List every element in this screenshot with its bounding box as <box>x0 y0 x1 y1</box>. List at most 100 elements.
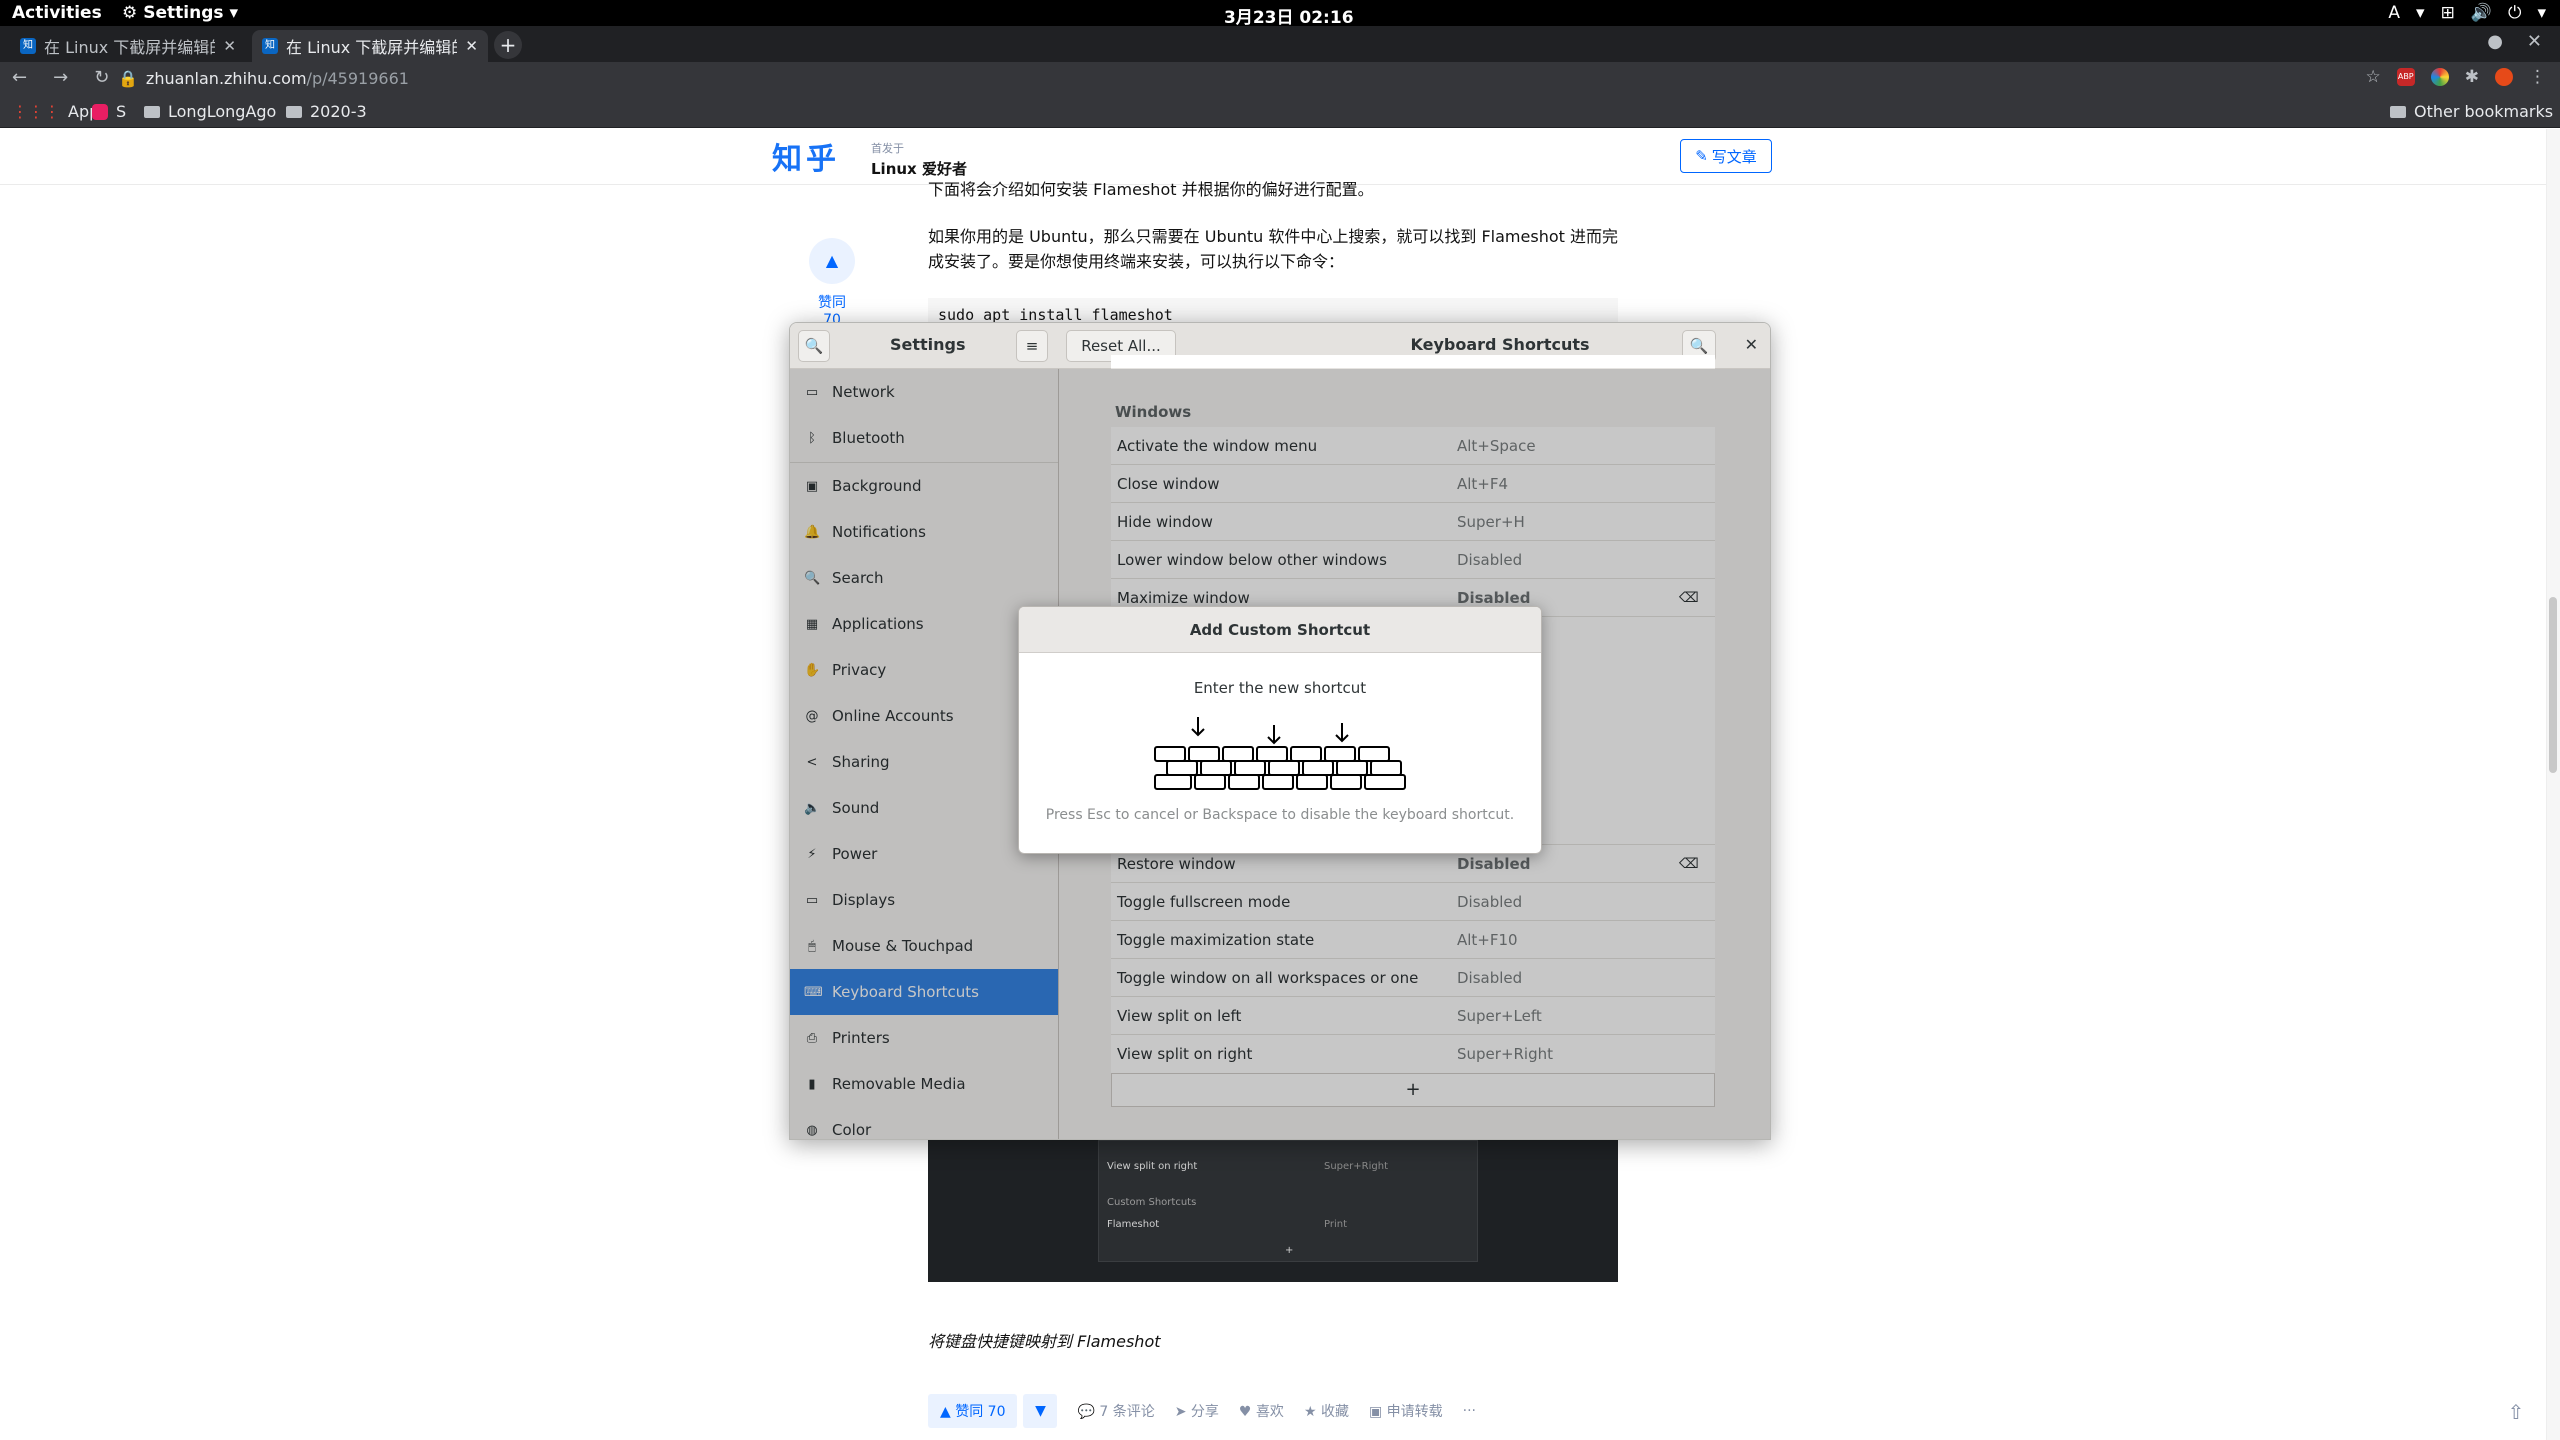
window-controls: ● ✕ <box>2487 31 2542 52</box>
zhihu-logo[interactable]: 知乎 <box>772 134 840 178</box>
adblock-extension-icon[interactable]: ABP <box>2396 68 2415 86</box>
sidebar-search-button[interactable]: 🔍 <box>798 330 830 362</box>
new-tab-button[interactable]: + <box>494 31 522 59</box>
more-button[interactable]: ··· <box>1463 1403 1476 1419</box>
upvote-button[interactable]: ▲ 赞同 70 <box>928 1394 1018 1428</box>
star-icon[interactable]: ☆ <box>2366 67 2381 87</box>
lock-icon: 🔒 <box>118 69 138 88</box>
back-icon[interactable]: ← <box>12 67 27 88</box>
comments-button[interactable]: 💬 7 条评论 <box>1077 1401 1154 1421</box>
screenshot-panel: View split on right Super+Right Custom S… <box>1098 1140 1478 1262</box>
column-name[interactable]: Linux 爱好者 <box>871 158 967 179</box>
bookmark-label: S <box>116 102 127 121</box>
screenshot-row-label: View split on right <box>1107 1161 1198 1172</box>
folder-icon <box>286 105 302 118</box>
favicon: 知 <box>20 38 36 54</box>
published-in-label: 首发于 <box>871 142 904 155</box>
app-menu[interactable]: ⚙ Settings ▾ <box>122 3 238 23</box>
clock[interactable]: 3月23日 02:16 <box>1224 3 1354 28</box>
tab-title: 在 Linux 下截屏并编辑的 <box>44 38 216 57</box>
bookmark-favicon <box>92 103 108 120</box>
gear-icon: ⚙ <box>122 3 138 23</box>
power-icon[interactable]: ⏻ <box>2508 3 2521 23</box>
dialog-message: Enter the new shortcut <box>1193 679 1367 697</box>
favicon: 知 <box>262 38 278 54</box>
account-icon[interactable]: ● <box>2487 31 2503 52</box>
screenshot-row-label: Flameshot <box>1107 1219 1160 1230</box>
dialog-title: Add Custom Shortcut <box>1019 607 1541 653</box>
activities-button[interactable]: Activities <box>12 3 102 23</box>
bookmark-other[interactable]: Other bookmarks <box>2390 102 2553 121</box>
settings-title: Settings <box>890 335 966 354</box>
url-host: zhuanlan.zhihu.com <box>145 69 307 88</box>
back-to-top-button[interactable]: ⇧ <box>2496 1392 2536 1432</box>
article-paragraph: 如果你用的是 Ubuntu，那么只需要在 Ubuntu 软件中心上搜索，就可以找… <box>928 227 1618 271</box>
article-screenshot: View split on right Super+Right Custom S… <box>928 1140 1618 1282</box>
color-extension-icon[interactable] <box>2430 68 2449 86</box>
puzzle-icon[interactable]: ✱ <box>2465 67 2479 87</box>
like-button[interactable]: ♥ 喜欢 <box>1239 1401 1284 1421</box>
url-path: /p/45919661 <box>306 69 409 88</box>
bookmark-folder-2020-3[interactable]: 2020-3 <box>286 102 367 121</box>
folder-icon <box>144 105 160 118</box>
close-tab-icon[interactable]: ✕ <box>465 37 478 55</box>
gnome-top-bar: Activities ⚙ Settings ▾ 3月23日 02:16 A ▾ … <box>0 0 2560 28</box>
screenshot-row-value: Super+Right <box>1324 1161 1389 1172</box>
system-tray[interactable]: A ▾ ⊞ 🔊 ⏻ ▾ <box>2388 3 2546 23</box>
chevron-down-icon: ▾ <box>2416 3 2425 23</box>
write-article-button[interactable]: ✎ 写文章 <box>1680 139 1772 173</box>
address-bar[interactable]: 🔒 zhuanlan.zhihu.com/p/45919661 <box>118 69 409 88</box>
keyboard-illustration-icon <box>1153 715 1409 799</box>
shortcut-row-partial[interactable] <box>1111 355 1715 369</box>
screenshot-plus: + <box>1285 1245 1294 1256</box>
close-tab-icon[interactable]: ✕ <box>223 37 236 55</box>
search-icon: 🔍 <box>804 337 824 355</box>
repost-label: 申请转载 <box>1386 1404 1443 1420</box>
folder-icon <box>2390 105 2406 118</box>
article-action-bar: ▲ 赞同 70 ▼ 💬 7 条评论 ➤ 分享 ♥ 喜欢 ★ 收藏 ▣ 申请转载 … <box>928 1394 1476 1428</box>
app-menu-label: Settings <box>143 3 224 23</box>
screenshot-section: Custom Shortcuts <box>1107 1197 1197 1208</box>
repost-button[interactable]: ▣ 申请转载 <box>1369 1401 1443 1421</box>
bookmark-label: 2020-3 <box>310 102 367 121</box>
apps-grid-icon: ⋮⋮⋮ <box>12 102 60 121</box>
hamburger-menu-button[interactable]: ≡ <box>1016 330 1048 362</box>
figure-caption: 将键盘快捷键映射到 Flameshot <box>928 1332 1161 1351</box>
kebab-menu-icon[interactable]: ⋮ <box>2529 67 2546 87</box>
network-icon[interactable]: ⊞ <box>2441 3 2455 23</box>
dialog-hint: Press Esc to cancel or Backspace to disa… <box>1045 807 1515 823</box>
tab-title: 在 Linux 下截屏并编辑的 <box>286 38 458 57</box>
search-icon: 🔍 <box>1689 337 1709 355</box>
bookmark-label: LongLongAgo <box>168 102 277 121</box>
forward-icon[interactable]: → <box>53 67 68 88</box>
edit-icon: ✎ <box>1695 147 1708 165</box>
write-article-label: 写文章 <box>1711 147 1757 166</box>
downvote-button[interactable]: ▼ <box>1023 1394 1058 1428</box>
omnibar: ← → ↻ 🔒 zhuanlan.zhihu.com/p/45919661 ☆ … <box>0 62 2560 96</box>
scrollbar-thumb[interactable] <box>2549 597 2557 773</box>
collect-label: 收藏 <box>1320 1404 1349 1420</box>
side-upvote-button[interactable]: ▲ <box>809 238 855 284</box>
like-label: 喜欢 <box>1255 1404 1284 1420</box>
close-window-icon[interactable]: ✕ <box>2527 31 2542 52</box>
bookmark-s[interactable]: S <box>92 102 126 121</box>
browser-tab-active[interactable]: 知 在 Linux 下截屏并编辑的 ✕ <box>252 30 488 62</box>
close-icon[interactable]: ✕ <box>1745 335 1758 354</box>
browser-tab[interactable]: 知 在 Linux 下截屏并编辑的 ✕ <box>10 30 246 62</box>
add-custom-shortcut-dialog: Add Custom Shortcut Enter the new shortc… <box>1018 606 1542 854</box>
bookmark-folder-longlongago[interactable]: LongLongAgo <box>144 102 276 121</box>
menu-icon: ≡ <box>1025 337 1039 355</box>
collect-button[interactable]: ★ 收藏 <box>1304 1401 1349 1421</box>
share-label: 分享 <box>1190 1404 1219 1420</box>
bookmarks-bar: ⋮⋮⋮ Apps S LongLongAgo 2020-3 Other book… <box>0 96 2560 128</box>
volume-icon[interactable]: 🔊 <box>2471 3 2492 23</box>
profile-avatar[interactable] <box>2495 68 2513 86</box>
article-paragraph: 下面将会介绍如何安装 Flameshot 并根据你的偏好进行配置。 <box>928 180 1374 199</box>
share-button[interactable]: ➤ 分享 <box>1175 1401 1219 1421</box>
input-source-indicator[interactable]: A <box>2388 3 2400 23</box>
chevron-down-icon: ▾ <box>229 3 239 23</box>
page-scrollbar[interactable] <box>2546 129 2560 1440</box>
bookmark-label: Other bookmarks <box>2414 102 2554 121</box>
screenshot-row-value: Print <box>1324 1219 1348 1230</box>
reload-icon[interactable]: ↻ <box>94 67 109 88</box>
